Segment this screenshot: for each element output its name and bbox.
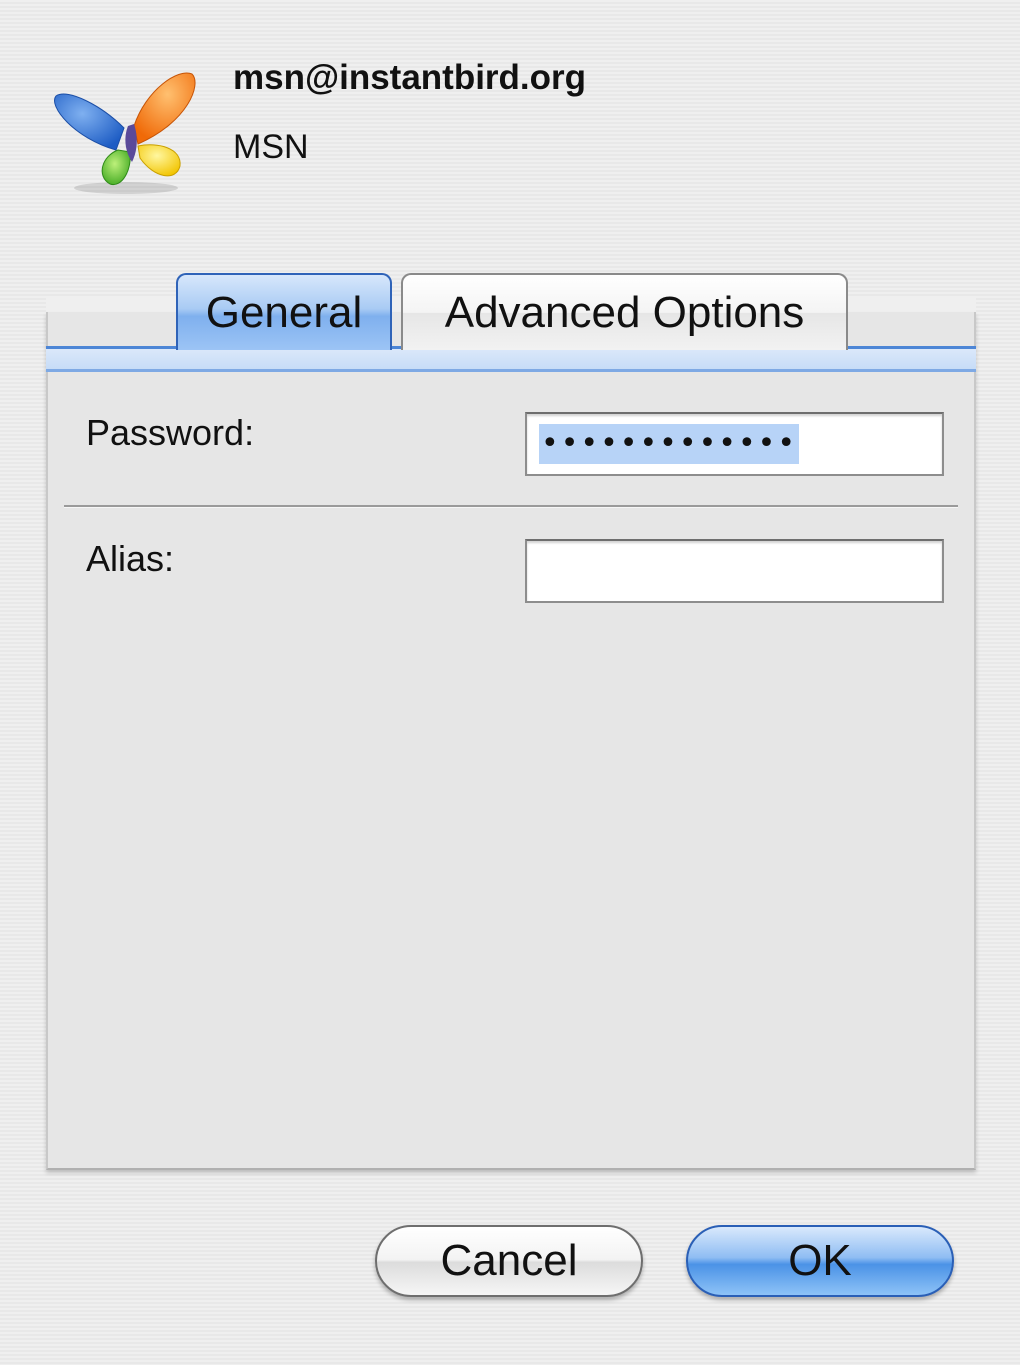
alias-field[interactable] (525, 539, 944, 603)
divider (64, 505, 958, 508)
tab-general[interactable]: General (176, 273, 392, 350)
password-label: Password: (86, 412, 255, 453)
account-name: msn@instantbird.org (233, 58, 587, 97)
account-protocol: MSN (233, 128, 309, 166)
cancel-button[interactable]: Cancel (375, 1225, 643, 1297)
tab-advanced-options[interactable]: Advanced Options (401, 273, 848, 350)
ok-button[interactable]: OK (686, 1225, 954, 1297)
msn-butterfly-icon (54, 72, 196, 194)
password-field[interactable]: ••••••••••••• (525, 412, 944, 476)
password-value: ••••••••••••• (539, 424, 800, 464)
alias-label: Alias: (86, 538, 175, 579)
